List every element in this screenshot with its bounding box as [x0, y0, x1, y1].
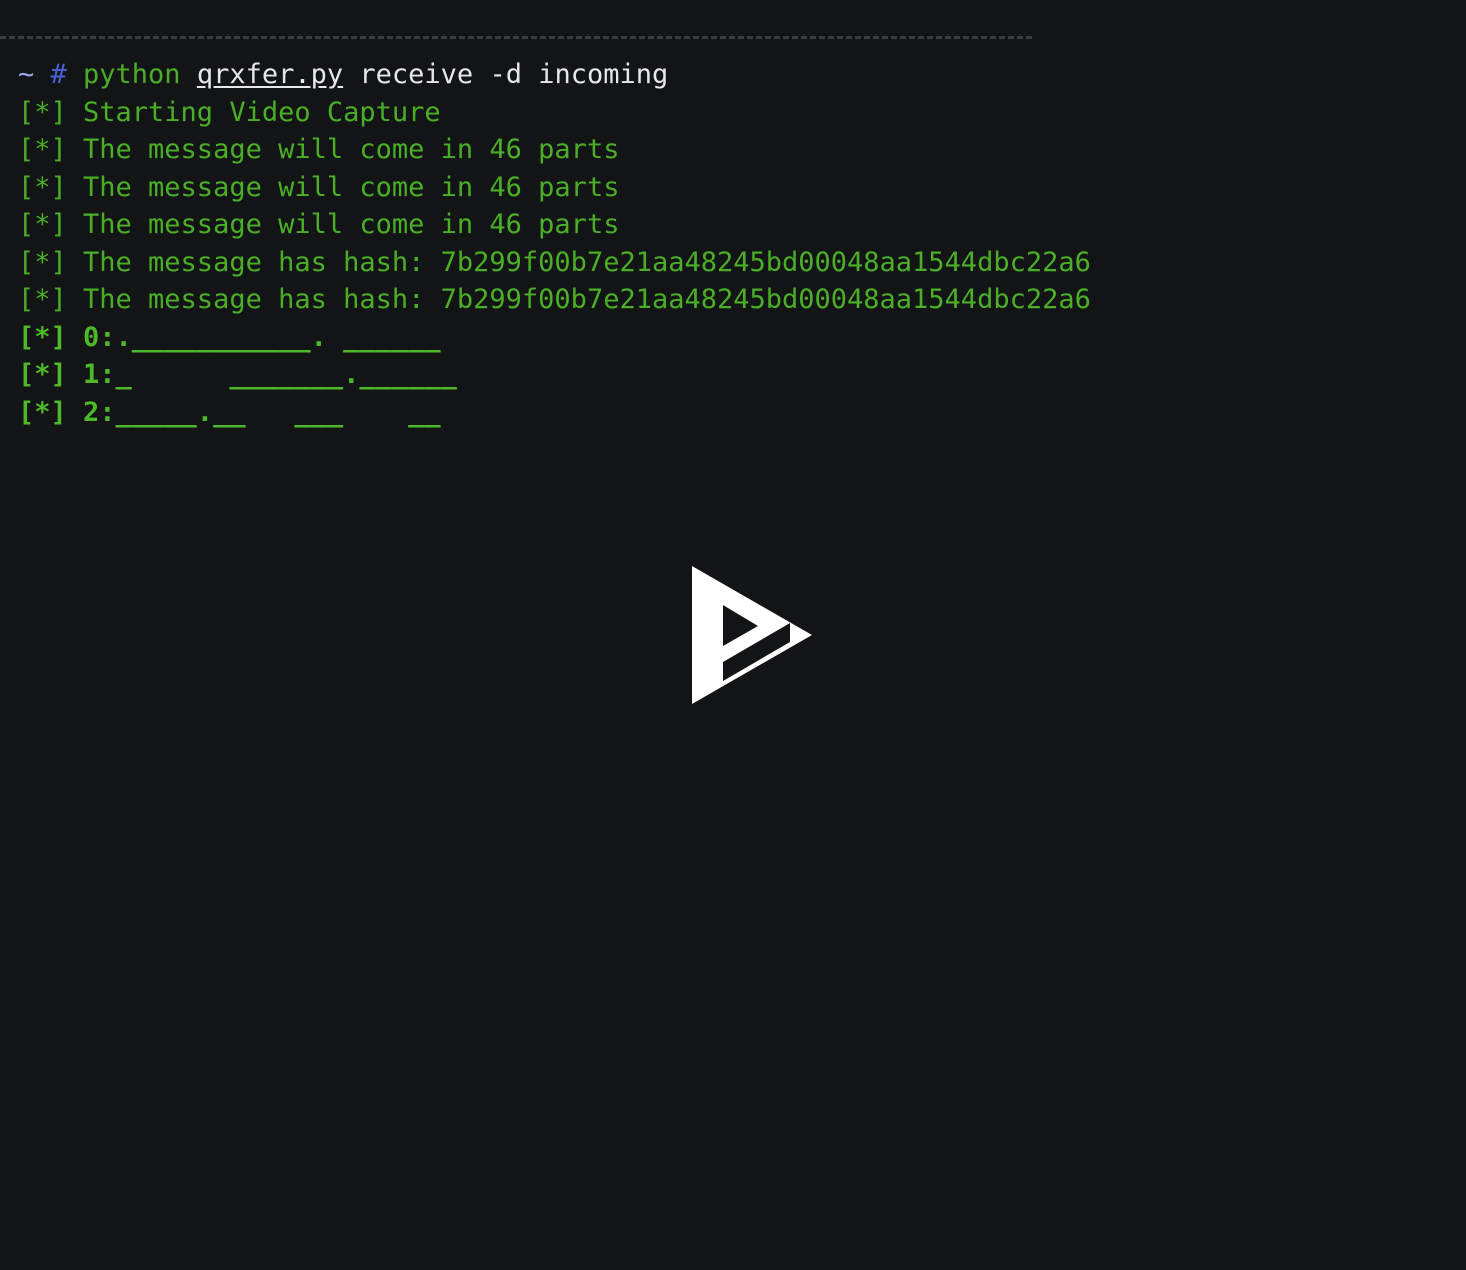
progress-line: [*] 1:_ _______.______: [18, 359, 457, 390]
asciinema-play-logo-icon[interactable]: [690, 564, 814, 706]
play-button[interactable]: [690, 564, 814, 706]
command-interpreter: python: [83, 59, 197, 90]
progress-line: [*] 0:.___________. ______: [18, 321, 441, 353]
progress-line: [*] 2:_____.__ ___ __: [18, 396, 441, 428]
log-line: [*] The message has hash: 7b299f00b7e21a…: [18, 284, 1091, 315]
log-line: [*] The message will come in 46 parts: [18, 171, 620, 203]
terminal-screen: ~ # python qrxfer.py receive -d incoming…: [18, 56, 1458, 431]
command-script-name: qrxfer.py: [196, 59, 344, 90]
log-line: [*] The message will come in 46 parts: [18, 134, 620, 165]
terminal-window: ~ # python qrxfer.py receive -d incoming…: [0, 0, 1466, 1270]
prompt-tilde: ~: [18, 59, 51, 90]
command-arguments: receive -d incoming: [343, 59, 669, 90]
prompt-hash-symbol: #: [50, 59, 84, 90]
prompt-line: ~ # python qrxfer.py receive -d incoming: [18, 56, 1458, 94]
log-line: [*] The message will come in 46 parts: [18, 209, 620, 240]
log-line: [*] Starting Video Capture: [18, 96, 441, 128]
log-line: [*] The message has hash: 7b299f00b7e21a…: [18, 246, 1091, 278]
top-dashed-separator: [0, 36, 1032, 39]
